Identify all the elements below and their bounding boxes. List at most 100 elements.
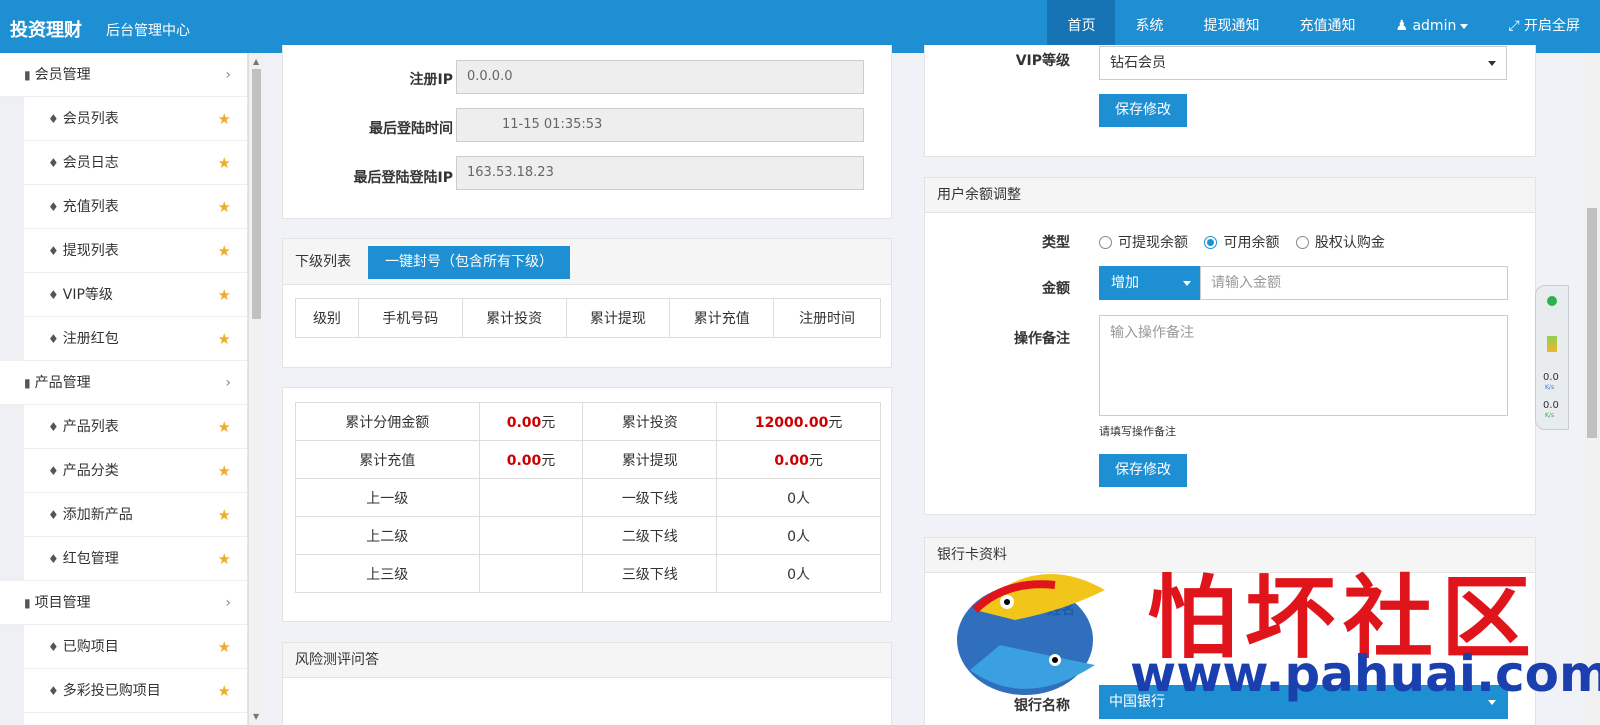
stat-value: 0.00元 — [478, 402, 584, 441]
type-radio-group: 可提现余额 可用余额 股权认购金 — [1099, 232, 1385, 252]
sidebar-item-add-product[interactable]: ♦ 添加新产品 ★ — [24, 493, 247, 537]
file-icon: ▮ — [24, 376, 31, 390]
subordinates-title: 下级列表 — [295, 254, 351, 270]
nav-user-label: admin — [1412, 18, 1457, 34]
column-header: 累计提现 — [565, 298, 671, 338]
column-header: 注册时间 — [773, 298, 881, 338]
sidebar-item-product-list[interactable]: ♦ 产品列表 ★ — [24, 405, 247, 449]
stat-label: 上二级 — [295, 516, 480, 555]
sidebar-item-label: 会员日志 — [62, 155, 119, 171]
nav-withdraw-label: 提现通知 — [1203, 18, 1260, 34]
scrollbar-thumb[interactable] — [252, 69, 261, 319]
star-icon[interactable]: ★ — [218, 493, 231, 537]
fullscreen-icon: ⤢ — [1508, 18, 1524, 34]
sidebar-group-label: 会员管理 — [34, 67, 91, 83]
stat-label: 上一级 — [295, 478, 480, 517]
op-select[interactable]: 增加 — [1099, 266, 1201, 300]
sidebar-item-purchased[interactable]: ♦ 已购项目 ★ — [24, 625, 247, 669]
page-scrollbar[interactable] — [1584, 53, 1600, 725]
sidebar-item-product-category[interactable]: ♦ 产品分类 ★ — [24, 449, 247, 493]
star-icon[interactable]: ★ — [218, 537, 231, 581]
stat-label: 上三级 — [295, 554, 480, 593]
sidebar-item-redpacket[interactable]: ♦ 红包管理 ★ — [24, 537, 247, 581]
network-speed-widget[interactable]: 0.0 K/s 0.0 K/s — [1535, 285, 1569, 430]
sidebar-item-label: 多彩投已购项目 — [62, 683, 161, 699]
sidebar-item-vip-level[interactable]: ♦ VIP等级 ★ — [24, 273, 247, 317]
risk-title: 风险测评问答 — [283, 643, 891, 678]
sidebar-indent — [0, 625, 24, 725]
table-row: 上一级 一级下线 0人 — [295, 478, 881, 517]
stat-label: 三级下线 — [582, 554, 718, 593]
stats-panel: 累计分佣金额 0.00元 累计投资 12000.00元 累计充值 0.00元 累… — [282, 387, 892, 622]
star-icon[interactable]: ★ — [218, 229, 231, 273]
bank-select-value: 中国银行 — [1109, 694, 1165, 710]
stat-value — [478, 478, 584, 517]
last-login-time-field[interactable]: 11-15 01:35:53 — [456, 108, 864, 142]
star-icon[interactable]: ★ — [218, 625, 231, 669]
sidebar-item-member-list[interactable]: ♦ 会员列表 ★ — [24, 97, 247, 141]
sidebar-scrollbar[interactable]: ▲ ▼ — [248, 53, 264, 725]
stat-value — [478, 554, 584, 593]
table-row: 上三级 三级下线 0人 — [295, 554, 881, 593]
chevron-down-icon — [1488, 700, 1496, 705]
table-row: 累计分佣金额 0.00元 累计投资 12000.00元 — [295, 402, 881, 441]
bank-label: 银行名称 — [1014, 698, 1070, 714]
radio-withdrawable[interactable]: 可提现余额 — [1099, 235, 1188, 251]
sidebar-item-dct-purchased[interactable]: ♦ 多彩投已购项目 ★ — [24, 669, 247, 713]
note-textarea[interactable]: 输入操作备注 — [1099, 315, 1508, 416]
radio-label: 可提现余额 — [1118, 235, 1188, 251]
last-login-time-label: 最后登陆时间 — [369, 121, 453, 137]
stat-value: 0人 — [716, 554, 881, 593]
ban-all-button[interactable]: 一键封号（包含所有下级） — [368, 246, 570, 279]
sidebar-item-withdraw-list[interactable]: ♦ 提现列表 ★ — [24, 229, 247, 273]
balance-save-button[interactable]: 保存修改 — [1099, 454, 1187, 487]
star-icon[interactable]: ★ — [218, 317, 231, 361]
speed-down-value: 0.0 — [1543, 400, 1559, 411]
note-label: 操作备注 — [1014, 331, 1070, 347]
stat-label: 一级下线 — [582, 478, 718, 517]
battery-icon — [1547, 336, 1557, 352]
table-row: 累计充值 0.00元 累计提现 0.00元 — [295, 440, 881, 479]
sidebar-group-members[interactable]: ▮ 会员管理 › — [0, 53, 247, 97]
sidebar-group-products[interactable]: ▮ 产品管理 › — [0, 361, 247, 405]
nav-home-label: 首页 — [1067, 18, 1096, 34]
scroll-down-icon[interactable]: ▼ — [253, 712, 259, 721]
radio-equity[interactable]: 股权认购金 — [1295, 235, 1385, 251]
star-icon[interactable]: ★ — [218, 185, 231, 229]
sidebar-item-label: 注册红包 — [62, 331, 119, 347]
amount-input[interactable]: 请输入金额 — [1200, 266, 1508, 300]
vip-select[interactable]: 钻石会员 — [1099, 46, 1507, 80]
sidebar-item-member-log[interactable]: ♦ 会员日志 ★ — [24, 141, 247, 185]
star-icon[interactable]: ★ — [218, 669, 231, 713]
sidebar-group-label: 项目管理 — [34, 595, 91, 611]
user-icon: ♟ — [1395, 18, 1413, 34]
stat-number: 12000.00 — [754, 414, 829, 431]
chevron-down-icon — [1488, 61, 1496, 66]
stat-unit: 元 — [828, 414, 843, 431]
star-icon[interactable]: ★ — [218, 405, 231, 449]
bank-select[interactable]: 中国银行 — [1099, 685, 1508, 719]
vip-save-button[interactable]: 保存修改 — [1099, 94, 1187, 127]
sidebar-item-reg-bonus[interactable]: ♦ 注册红包 ★ — [24, 317, 247, 361]
reg-ip-field[interactable]: 0.0.0.0 — [456, 60, 864, 94]
sidebar-item-recharge-list[interactable]: ♦ 充值列表 ★ — [24, 185, 247, 229]
radio-available[interactable]: 可用余额 — [1204, 235, 1279, 251]
radio-icon — [1099, 235, 1112, 249]
star-icon[interactable]: ★ — [218, 141, 231, 185]
last-login-ip-field[interactable]: 163.53.18.23 — [456, 156, 864, 190]
star-icon[interactable]: ★ — [218, 449, 231, 493]
bank-name-label: 姓名 — [1047, 602, 1075, 618]
subordinates-panel: 下级列表 一键封号（包含所有下级） 级别 手机号码 累计投资 累计提现 累计充值… — [282, 238, 892, 368]
page-scrollbar-thumb[interactable] — [1587, 208, 1597, 438]
vip-label: VIP等级 — [1015, 53, 1070, 69]
balance-panel: 用户余额调整 类型 可提现余额 可用余额 股权认购金 金额 增加 请输入金额 操… — [924, 177, 1536, 515]
star-icon[interactable]: ★ — [218, 273, 231, 317]
sidebar-group-projects[interactable]: ▮ 项目管理 › — [0, 581, 247, 625]
star-icon[interactable]: ★ — [218, 97, 231, 141]
puzzle-icon: ♦ — [48, 640, 59, 654]
stat-label: 累计提现 — [582, 440, 718, 479]
stat-label: 累计分佣金额 — [295, 402, 480, 441]
sidebar-item-label: 已购项目 — [62, 639, 119, 655]
radio-checked-icon — [1204, 235, 1218, 249]
scroll-up-icon[interactable]: ▲ — [253, 57, 259, 66]
